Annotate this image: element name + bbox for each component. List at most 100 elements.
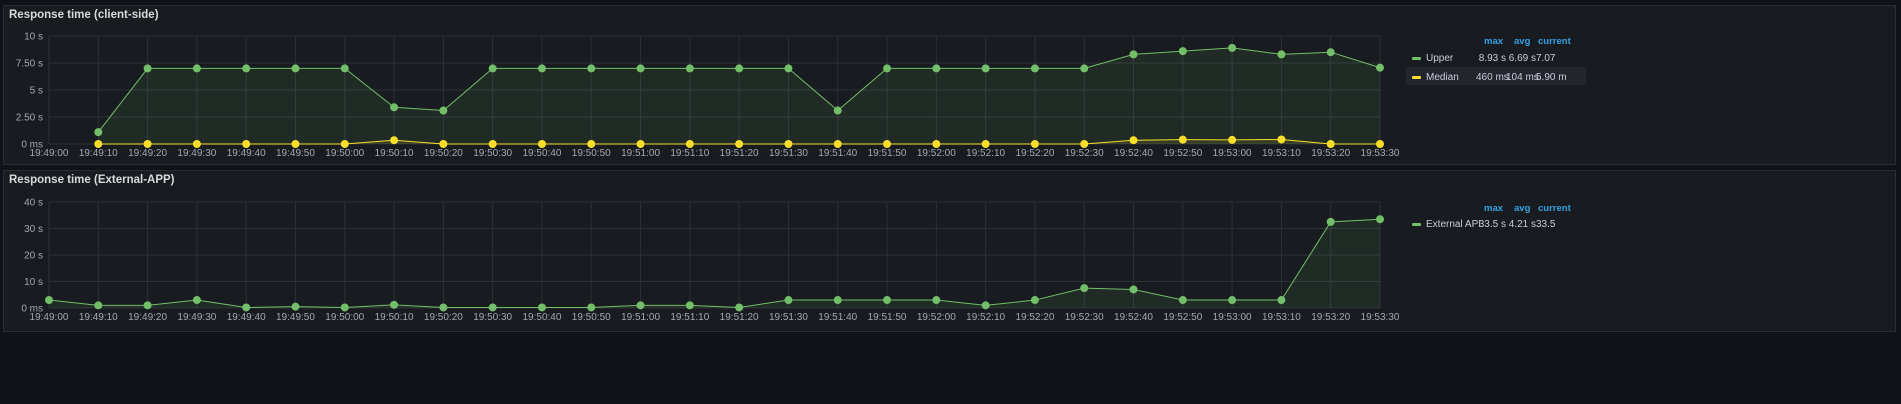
data-point[interactable]: [1178, 47, 1187, 56]
data-point[interactable]: [1228, 296, 1237, 305]
legend-header-current[interactable]: current: [1538, 203, 1571, 214]
data-point[interactable]: [1376, 63, 1384, 72]
data-point[interactable]: [390, 103, 399, 112]
data-point[interactable]: [685, 64, 694, 73]
x-tick-label: 19:52:30: [1065, 148, 1104, 159]
data-point[interactable]: [587, 64, 596, 73]
data-point[interactable]: [1376, 215, 1384, 224]
data-point[interactable]: [242, 303, 251, 312]
y-tick-label: 10 s: [24, 277, 43, 288]
data-point[interactable]: [94, 128, 103, 137]
data-point[interactable]: [291, 302, 300, 311]
legend-header-max[interactable]: max: [1484, 203, 1503, 214]
data-point[interactable]: [537, 303, 546, 312]
data-point[interactable]: [883, 140, 892, 148]
data-point[interactable]: [537, 64, 546, 73]
data-point[interactable]: [735, 303, 744, 312]
data-point[interactable]: [1080, 64, 1089, 73]
legend-series-name[interactable]: Median: [1426, 72, 1459, 83]
legend-header-avg[interactable]: avg: [1514, 36, 1530, 47]
data-point[interactable]: [833, 296, 842, 305]
data-point[interactable]: [932, 64, 941, 73]
x-tick-label: 19:50:50: [572, 312, 611, 323]
data-point[interactable]: [1277, 296, 1286, 305]
data-point[interactable]: [735, 140, 744, 148]
data-point[interactable]: [1129, 285, 1138, 294]
data-point[interactable]: [1228, 135, 1237, 144]
x-tick-label: 19:53:20: [1311, 148, 1350, 159]
data-point[interactable]: [685, 301, 694, 310]
data-point[interactable]: [685, 140, 694, 148]
data-point[interactable]: [45, 296, 53, 305]
data-point[interactable]: [1080, 140, 1089, 148]
data-point[interactable]: [94, 301, 103, 310]
data-point[interactable]: [94, 140, 103, 148]
data-point[interactable]: [143, 64, 152, 73]
data-point[interactable]: [291, 140, 300, 148]
data-point[interactable]: [439, 106, 448, 115]
data-point[interactable]: [242, 64, 251, 73]
data-point[interactable]: [932, 296, 941, 305]
data-point[interactable]: [1376, 140, 1384, 148]
legend-swatch: [1412, 57, 1421, 60]
data-point[interactable]: [1326, 48, 1335, 57]
data-point[interactable]: [192, 296, 201, 305]
data-point[interactable]: [735, 64, 744, 73]
data-point[interactable]: [1178, 135, 1187, 144]
data-point[interactable]: [883, 64, 892, 73]
data-point[interactable]: [242, 140, 251, 148]
x-tick-label: 19:53:10: [1262, 148, 1301, 159]
data-point[interactable]: [1178, 296, 1187, 305]
data-point[interactable]: [488, 64, 497, 73]
data-point[interactable]: [1129, 136, 1138, 145]
data-point[interactable]: [1326, 140, 1335, 148]
data-point[interactable]: [192, 140, 201, 148]
data-point[interactable]: [636, 64, 645, 73]
data-point[interactable]: [390, 136, 399, 145]
data-point[interactable]: [291, 64, 300, 73]
data-point[interactable]: [1277, 135, 1286, 144]
data-point[interactable]: [1030, 296, 1039, 305]
data-point[interactable]: [1277, 50, 1286, 59]
data-point[interactable]: [1228, 43, 1237, 52]
data-point[interactable]: [143, 301, 152, 310]
data-point[interactable]: [833, 140, 842, 148]
x-tick-label: 19:51:20: [720, 312, 759, 323]
data-point[interactable]: [1326, 217, 1335, 226]
legend-series-name[interactable]: Upper: [1426, 53, 1453, 64]
data-point[interactable]: [488, 303, 497, 312]
data-point[interactable]: [143, 140, 152, 148]
data-point[interactable]: [784, 296, 793, 305]
data-point[interactable]: [1030, 64, 1039, 73]
data-point[interactable]: [340, 140, 349, 148]
y-tick-label: 20 s: [24, 251, 43, 262]
data-point[interactable]: [587, 140, 596, 148]
data-point[interactable]: [1129, 50, 1138, 59]
legend-header-avg[interactable]: avg: [1514, 203, 1530, 214]
data-point[interactable]: [932, 140, 941, 148]
data-point[interactable]: [587, 303, 596, 312]
data-point[interactable]: [439, 140, 448, 148]
data-point[interactable]: [439, 303, 448, 312]
data-point[interactable]: [636, 301, 645, 310]
data-point[interactable]: [192, 64, 201, 73]
data-point[interactable]: [981, 140, 990, 148]
x-tick-label: 19:51:30: [769, 312, 808, 323]
data-point[interactable]: [784, 64, 793, 73]
data-point[interactable]: [833, 106, 842, 115]
data-point[interactable]: [1030, 140, 1039, 148]
legend-series-name[interactable]: External API: [1426, 219, 1481, 230]
legend-header-max[interactable]: max: [1484, 36, 1503, 47]
data-point[interactable]: [883, 296, 892, 305]
data-point[interactable]: [636, 140, 645, 148]
data-point[interactable]: [390, 300, 399, 309]
data-point[interactable]: [537, 140, 546, 148]
data-point[interactable]: [340, 64, 349, 73]
data-point[interactable]: [1080, 284, 1089, 293]
legend-header-current[interactable]: current: [1538, 36, 1571, 47]
data-point[interactable]: [981, 301, 990, 310]
data-point[interactable]: [488, 140, 497, 148]
data-point[interactable]: [981, 64, 990, 73]
data-point[interactable]: [340, 303, 349, 312]
data-point[interactable]: [784, 140, 793, 148]
